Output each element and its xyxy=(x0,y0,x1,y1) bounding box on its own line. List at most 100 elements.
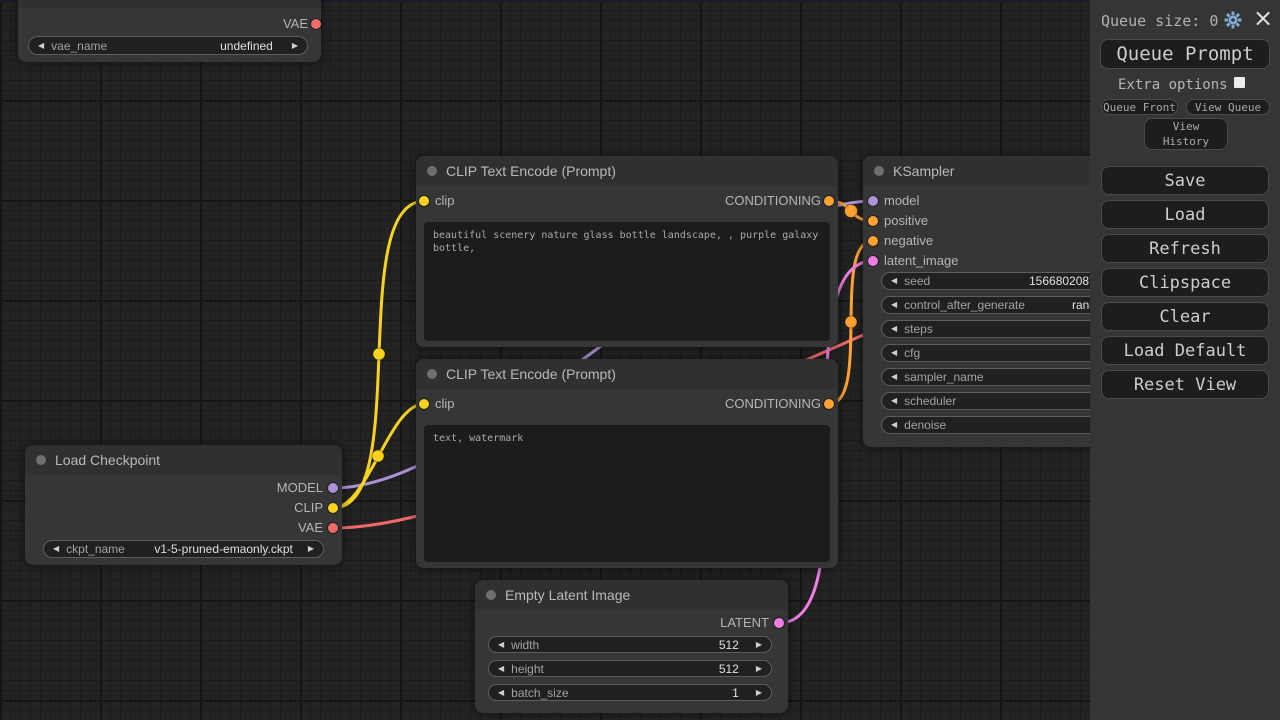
widget-label: control_after_generate xyxy=(904,298,1025,312)
node-clip-text-encode-positive[interactable]: CLIP Text Encode (Prompt) clip CONDITION… xyxy=(416,156,838,347)
widget-label: ckpt_name xyxy=(66,542,125,556)
output-label-model: MODEL xyxy=(277,481,323,495)
settings-gear-icon[interactable] xyxy=(1223,10,1243,30)
node-title: Load Checkpoint xyxy=(55,452,160,468)
next-arrow-icon[interactable]: ▶ xyxy=(308,545,314,553)
comfyui-canvas[interactable]: VAE ◀ vae_name undefined ▶ CLIP Text Enc… xyxy=(0,0,1280,720)
widget-label: width xyxy=(511,638,539,652)
prev-arrow-icon[interactable]: ◀ xyxy=(891,301,897,309)
widget-label: height xyxy=(511,662,544,676)
view-history-button[interactable]: View History xyxy=(1144,118,1228,150)
save-button[interactable]: Save xyxy=(1101,166,1269,195)
wire-clip-positive xyxy=(333,201,425,508)
reset-view-button[interactable]: Reset View xyxy=(1101,370,1269,399)
menu-panel: Queue size: 0 × Queue Prompt Extra opt xyxy=(1090,0,1280,720)
prompt-textarea[interactable]: beautiful scenery nature glass bottle la… xyxy=(424,222,830,341)
node-title: CLIP Text Encode (Prompt) xyxy=(446,163,616,179)
output-label-clip: CLIP xyxy=(294,501,323,515)
queue-size-label: Queue size: 0 xyxy=(1101,12,1218,30)
prompt-textarea[interactable]: text, watermark xyxy=(424,425,830,562)
collapse-dot-icon[interactable] xyxy=(427,166,437,176)
input-label-latent-image: latent_image xyxy=(884,254,958,268)
wire-dot xyxy=(845,316,857,328)
output-slot-vae[interactable] xyxy=(328,523,338,533)
node-title-bar[interactable]: CLIP Text Encode (Prompt) xyxy=(416,359,838,389)
prev-arrow-icon[interactable]: ◀ xyxy=(498,689,504,697)
prev-arrow-icon[interactable]: ◀ xyxy=(891,373,897,381)
collapse-dot-icon[interactable] xyxy=(427,369,437,379)
output-label-vae: VAE xyxy=(298,521,323,535)
load-button[interactable]: Load xyxy=(1101,200,1269,229)
vae-name-widget[interactable]: ◀ vae_name undefined ▶ xyxy=(28,36,308,55)
ckpt-name-widget[interactable]: ◀ ckpt_name v1-5-pruned-emaonly.ckpt ▶ xyxy=(43,540,324,558)
output-slot-latent[interactable] xyxy=(774,618,784,628)
prev-arrow-icon[interactable]: ◀ xyxy=(38,42,44,50)
output-label-conditioning: CONDITIONING xyxy=(725,194,821,208)
prev-arrow-icon[interactable]: ◀ xyxy=(891,349,897,357)
clipspace-button[interactable]: Clipspace xyxy=(1101,268,1269,297)
wire-dot xyxy=(373,348,385,360)
widget-label: sampler_name xyxy=(904,370,983,384)
node-title-bar[interactable]: CLIP Text Encode (Prompt) xyxy=(416,156,838,186)
wire-dot xyxy=(372,450,384,462)
output-label-latent: LATENT xyxy=(720,616,769,630)
node-title: KSampler xyxy=(893,163,954,179)
widget-value: 1566802087 xyxy=(1029,274,1096,288)
input-label-positive: positive xyxy=(884,214,928,228)
widget-label: cfg xyxy=(904,346,920,360)
width-widget[interactable]: ◀ width 512 ▶ xyxy=(488,636,772,653)
height-widget[interactable]: ◀ height 512 ▶ xyxy=(488,660,772,677)
next-arrow-icon[interactable]: ▶ xyxy=(756,665,762,673)
output-slot-conditioning[interactable] xyxy=(824,399,834,409)
input-label-clip: clip xyxy=(435,194,455,208)
input-slot-positive[interactable] xyxy=(868,216,878,226)
extra-options-checkbox[interactable] xyxy=(1234,77,1245,88)
output-label-vae: VAE xyxy=(283,17,308,31)
input-slot-model[interactable] xyxy=(868,196,878,206)
input-slot-clip[interactable] xyxy=(419,399,429,409)
refresh-button[interactable]: Refresh xyxy=(1101,234,1269,263)
queue-front-button[interactable]: Queue Front xyxy=(1101,99,1178,115)
widget-label: seed xyxy=(904,274,930,288)
load-default-button[interactable]: Load Default xyxy=(1101,336,1269,365)
output-slot-vae[interactable] xyxy=(311,19,321,29)
next-arrow-icon[interactable]: ▶ xyxy=(292,42,298,50)
node-load-vae[interactable]: VAE ◀ vae_name undefined ▶ xyxy=(18,0,321,62)
prev-arrow-icon[interactable]: ◀ xyxy=(891,397,897,405)
wire-dot xyxy=(845,205,858,218)
collapse-dot-icon[interactable] xyxy=(874,166,884,176)
node-title-bar[interactable]: Load Checkpoint xyxy=(25,445,342,475)
next-arrow-icon[interactable]: ▶ xyxy=(756,641,762,649)
batch-size-widget[interactable]: ◀ batch_size 1 ▶ xyxy=(488,684,772,701)
widget-value: 512 xyxy=(719,662,739,676)
output-slot-conditioning[interactable] xyxy=(824,196,834,206)
node-clip-text-encode-negative[interactable]: CLIP Text Encode (Prompt) clip CONDITION… xyxy=(416,359,838,568)
node-title-bar[interactable] xyxy=(18,0,321,8)
prev-arrow-icon[interactable]: ◀ xyxy=(498,641,504,649)
queue-prompt-button[interactable]: Queue Prompt xyxy=(1100,39,1270,69)
prev-arrow-icon[interactable]: ◀ xyxy=(498,665,504,673)
node-load-checkpoint[interactable]: Load Checkpoint MODEL CLIP VAE ◀ ckpt_na… xyxy=(25,445,342,565)
output-slot-model[interactable] xyxy=(328,483,338,493)
prev-arrow-icon[interactable]: ◀ xyxy=(891,277,897,285)
input-label-model: model xyxy=(884,194,919,208)
input-slot-latent-image[interactable] xyxy=(868,256,878,266)
input-label-clip: clip xyxy=(435,397,455,411)
node-title-bar[interactable]: Empty Latent Image xyxy=(475,580,788,610)
next-arrow-icon[interactable]: ▶ xyxy=(756,689,762,697)
view-queue-button[interactable]: View Queue xyxy=(1186,99,1270,115)
clear-button[interactable]: Clear xyxy=(1101,302,1269,331)
widget-label: denoise xyxy=(904,418,946,432)
node-empty-latent-image[interactable]: Empty Latent Image LATENT ◀ width 512 ▶ … xyxy=(475,580,788,713)
close-icon[interactable]: × xyxy=(1253,4,1273,32)
collapse-dot-icon[interactable] xyxy=(486,590,496,600)
widget-label: scheduler xyxy=(904,394,956,408)
widget-label: batch_size xyxy=(511,686,568,700)
input-slot-negative[interactable] xyxy=(868,236,878,246)
prev-arrow-icon[interactable]: ◀ xyxy=(891,421,897,429)
prev-arrow-icon[interactable]: ◀ xyxy=(891,325,897,333)
prev-arrow-icon[interactable]: ◀ xyxy=(53,545,59,553)
collapse-dot-icon[interactable] xyxy=(36,455,46,465)
output-slot-clip[interactable] xyxy=(328,503,338,513)
input-slot-clip[interactable] xyxy=(419,196,429,206)
